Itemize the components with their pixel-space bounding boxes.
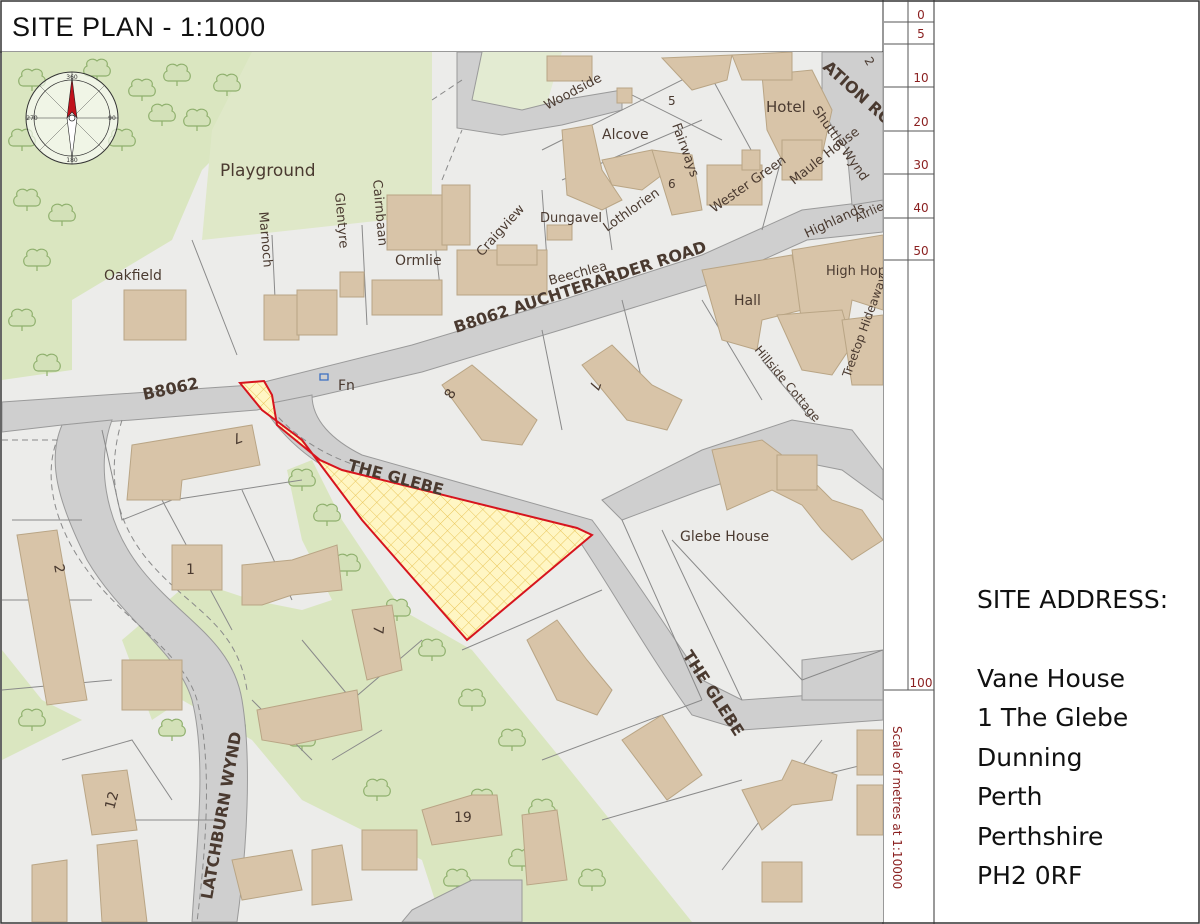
compass-left: 270 (26, 115, 38, 122)
label-alcove: Alcove (602, 127, 649, 143)
site-map[interactable]: B8062 AUCHTERARDER ROAD B8062 THE GLEBE … (2, 52, 883, 922)
label-hall: Hall (734, 293, 761, 309)
address-heading: SITE ADDRESS: (977, 585, 1169, 614)
compass-right: 90 (108, 115, 116, 122)
address-line: 1 The Glebe (977, 703, 1129, 732)
compass-top: 360 (66, 74, 78, 81)
address-line: Perth (977, 782, 1043, 811)
site-address: SITE ADDRESS: Vane House 1 The Glebe Dun… (977, 580, 1168, 896)
map-canvas: B8062 AUCHTERARDER ROAD B8062 THE GLEBE … (2, 52, 883, 922)
scale-tick-0: 0 (917, 8, 925, 22)
address-line: PH2 0RF (977, 861, 1083, 890)
label-num-5: 5 (668, 94, 676, 108)
label-playground: Playground (220, 161, 316, 181)
compass-bottom: 180 (66, 157, 78, 164)
label-ormlie: Ormlie (395, 253, 442, 269)
scale-tick-10: 10 (913, 71, 928, 85)
label-glebe-house: Glebe House (680, 529, 769, 545)
address-line: Perthshire (977, 821, 1104, 851)
label-dungavel: Dungavel (540, 211, 602, 226)
scale-tick-30: 30 (913, 158, 928, 172)
label-fn: Fn (338, 378, 355, 394)
scale-tick-5: 5 (917, 27, 925, 41)
scale-tick-100: 100 (910, 676, 933, 690)
scale-caption: Scale of metres at 1:10000 (890, 726, 904, 889)
label-num-7c: 7 (369, 625, 386, 635)
label-num-6: 6 (668, 177, 676, 191)
scale-tick-20: 20 (913, 115, 928, 129)
scale-tick-50: 50 (913, 244, 928, 258)
scale-bar: 0 5 10 20 30 40 50 100 Scale of metres a… (884, 0, 934, 889)
label-num-1: 1 (186, 562, 195, 578)
label-num-19: 19 (454, 810, 472, 826)
scale-tick-40: 40 (913, 201, 928, 215)
label-hotel: Hotel (766, 98, 806, 116)
address-line: Dunning (977, 742, 1083, 772)
site-plan-sheet: SITE PLAN - 1:1000 B8062 AUCHTERARDER RO… (0, 0, 1200, 924)
label-oakfield: Oakfield (104, 268, 162, 284)
address-line: Vane House (977, 663, 1125, 693)
page-title: SITE PLAN - 1:1000 (12, 12, 266, 42)
north-arrow-compass: 360 270 90 180 (25, 71, 119, 165)
